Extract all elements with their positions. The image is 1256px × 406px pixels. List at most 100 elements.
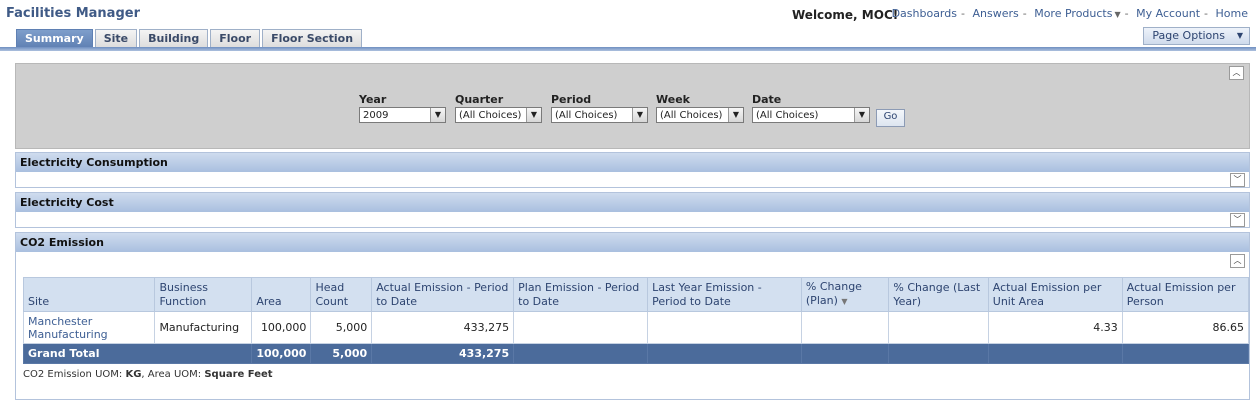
dropdown-arrow-icon: ▼ <box>526 108 541 122</box>
last-year-emission-cell <box>647 311 802 344</box>
week-select[interactable]: (All Choices) ▼ <box>656 107 744 123</box>
column-header[interactable]: Business Function <box>154 277 253 312</box>
link-separator: - <box>960 7 965 20</box>
total-empty-cell <box>800 343 890 364</box>
section-title: Electricity Cost <box>16 193 1249 212</box>
go-button[interactable]: Go <box>876 109 905 127</box>
column-header[interactable]: Actual Emission per Unit Area <box>987 277 1123 312</box>
collapse-up-icon[interactable]: ︿ <box>1229 66 1244 80</box>
link-separator: - <box>1124 7 1129 20</box>
date-value: (All Choices) <box>756 110 819 121</box>
collapse-up-icon[interactable]: ︿ <box>1230 254 1245 268</box>
chevron-down-icon: ▼ <box>1114 10 1121 19</box>
year-label: Year <box>359 93 387 106</box>
tab-building[interactable]: Building <box>139 29 209 48</box>
per-person-cell: 86.65 <box>1121 311 1250 344</box>
quarter-select[interactable]: (All Choices) ▼ <box>455 107 542 123</box>
total-empty-cell <box>888 343 989 364</box>
total-empty-cell <box>987 343 1123 364</box>
head-count-cell: 5,000 <box>310 311 373 344</box>
column-header[interactable]: Actual Emission per Person <box>1121 277 1250 312</box>
total-head-count-cell: 5,000 <box>310 343 373 364</box>
link-separator: - <box>1204 7 1209 20</box>
electricity-cost-section: Electricity Cost ﹀ <box>15 192 1250 228</box>
dropdown-arrow-icon: ▼ <box>728 108 743 122</box>
area-uom-value: Square Feet <box>204 369 273 380</box>
column-header[interactable]: Actual Emission - Period to Date <box>371 277 515 312</box>
year-select[interactable]: 2009 ▼ <box>359 107 446 123</box>
dropdown-arrow-icon: ▼ <box>632 108 647 122</box>
prompts-panel: ︿ Year 2009 ▼ Quarter (All Choices) ▼ Peri… <box>15 63 1250 149</box>
answers-link[interactable]: Answers <box>972 7 1018 20</box>
expand-down-icon[interactable]: ﹀ <box>1230 173 1245 187</box>
column-header[interactable]: Last Year Emission - Period to Date <box>647 277 802 312</box>
date-select[interactable]: (All Choices) ▼ <box>752 107 870 123</box>
table-row: Manchester Manufacturing Manufacturing 1… <box>22 311 1250 344</box>
uom-note: CO2 Emission UOM: KG, Area UOM: Square F… <box>23 369 273 380</box>
tab-site[interactable]: Site <box>94 29 138 48</box>
plan-emission-cell <box>513 311 649 344</box>
week-prompt: Week (All Choices) ▼ <box>656 93 744 123</box>
year-prompt: Year 2009 ▼ <box>359 93 446 123</box>
date-label: Date <box>752 93 782 106</box>
total-empty-cell <box>1121 343 1250 364</box>
total-area-cell: 100,000 <box>251 343 312 364</box>
column-header[interactable]: Plan Emission - Period to Date <box>513 277 649 312</box>
column-header[interactable]: Area <box>251 277 312 312</box>
total-empty-cell <box>513 343 649 364</box>
home-link[interactable]: Home <box>1216 7 1248 20</box>
dashboard-tabs: Summary Site Building Floor Floor Sectio… <box>16 29 364 48</box>
total-empty-cell <box>647 343 802 364</box>
page-options-button[interactable]: Page Options ▼ <box>1143 27 1250 45</box>
column-header[interactable]: % Change (Plan) ▼ <box>800 277 890 312</box>
my-account-link[interactable]: My Account <box>1136 7 1200 20</box>
dropdown-arrow-icon: ▼ <box>854 108 869 122</box>
grand-total-row: Grand Total 100,000 5,000 433,275 <box>22 343 1250 364</box>
section-title: CO2 Emission <box>16 233 1249 252</box>
more-products-label: More Products <box>1034 7 1113 20</box>
pct-change-last-year-cell <box>888 311 989 344</box>
date-prompt: Date (All Choices) ▼ <box>752 93 870 123</box>
quarter-prompt: Quarter (All Choices) ▼ <box>455 93 542 123</box>
top-header: Facilities Manager Welcome, MOC! Dashboa… <box>0 0 1256 52</box>
period-select[interactable]: (All Choices) ▼ <box>551 107 648 123</box>
pct-change-plan-cell <box>800 311 890 344</box>
tab-floor-section[interactable]: Floor Section <box>262 29 363 48</box>
co2-emission-section: CO2 Emission ︿ Site Business Function Ar… <box>15 232 1250 400</box>
chevron-down-icon: ▼ <box>1236 31 1243 40</box>
column-header[interactable]: Head Count <box>310 277 373 312</box>
tab-divider <box>0 47 1256 51</box>
more-products-link[interactable]: More Products ▼ <box>1034 7 1120 20</box>
expand-down-icon[interactable]: ﹀ <box>1230 213 1245 227</box>
table-header-row: Site Business Function Area Head Count A… <box>22 277 1250 312</box>
link-separator: - <box>1022 7 1027 20</box>
year-value: 2009 <box>363 110 389 121</box>
total-actual-emission-cell: 433,275 <box>371 343 515 364</box>
page-options-label: Page Options <box>1152 29 1225 42</box>
period-value: (All Choices) <box>555 110 618 121</box>
dropdown-arrow-icon: ▼ <box>430 108 445 122</box>
tab-summary[interactable]: Summary <box>16 29 93 48</box>
quarter-value: (All Choices) <box>459 110 522 121</box>
period-label: Period <box>551 93 592 106</box>
sort-descending-icon: ▼ <box>841 297 848 306</box>
co2-uom-label: CO2 Emission UOM: <box>23 369 123 380</box>
area-cell: 100,000 <box>251 311 312 344</box>
co2-uom-value: KG <box>125 369 142 380</box>
site-cell[interactable]: Manchester Manufacturing <box>22 311 156 344</box>
pct-change-plan-label: % Change (Plan) <box>805 280 862 307</box>
week-label: Week <box>656 93 690 106</box>
actual-emission-cell: 433,275 <box>371 311 515 344</box>
section-title: Electricity Consumption <box>16 153 1249 172</box>
business-function-cell: Manufacturing <box>154 311 253 344</box>
period-prompt: Period (All Choices) ▼ <box>551 93 648 123</box>
per-unit-area-cell: 4.33 <box>987 311 1123 344</box>
dashboards-link[interactable]: Dashboards <box>892 7 957 20</box>
tab-floor[interactable]: Floor <box>210 29 261 48</box>
area-uom-label: , Area UOM: <box>141 369 202 380</box>
column-header[interactable]: Site <box>22 277 156 312</box>
welcome-message: Welcome, MOC! <box>792 8 899 22</box>
column-header[interactable]: % Change (Last Year) <box>888 277 989 312</box>
co2-emission-table: Site Business Function Area Head Count A… <box>22 277 1250 364</box>
week-value: (All Choices) <box>660 110 723 121</box>
